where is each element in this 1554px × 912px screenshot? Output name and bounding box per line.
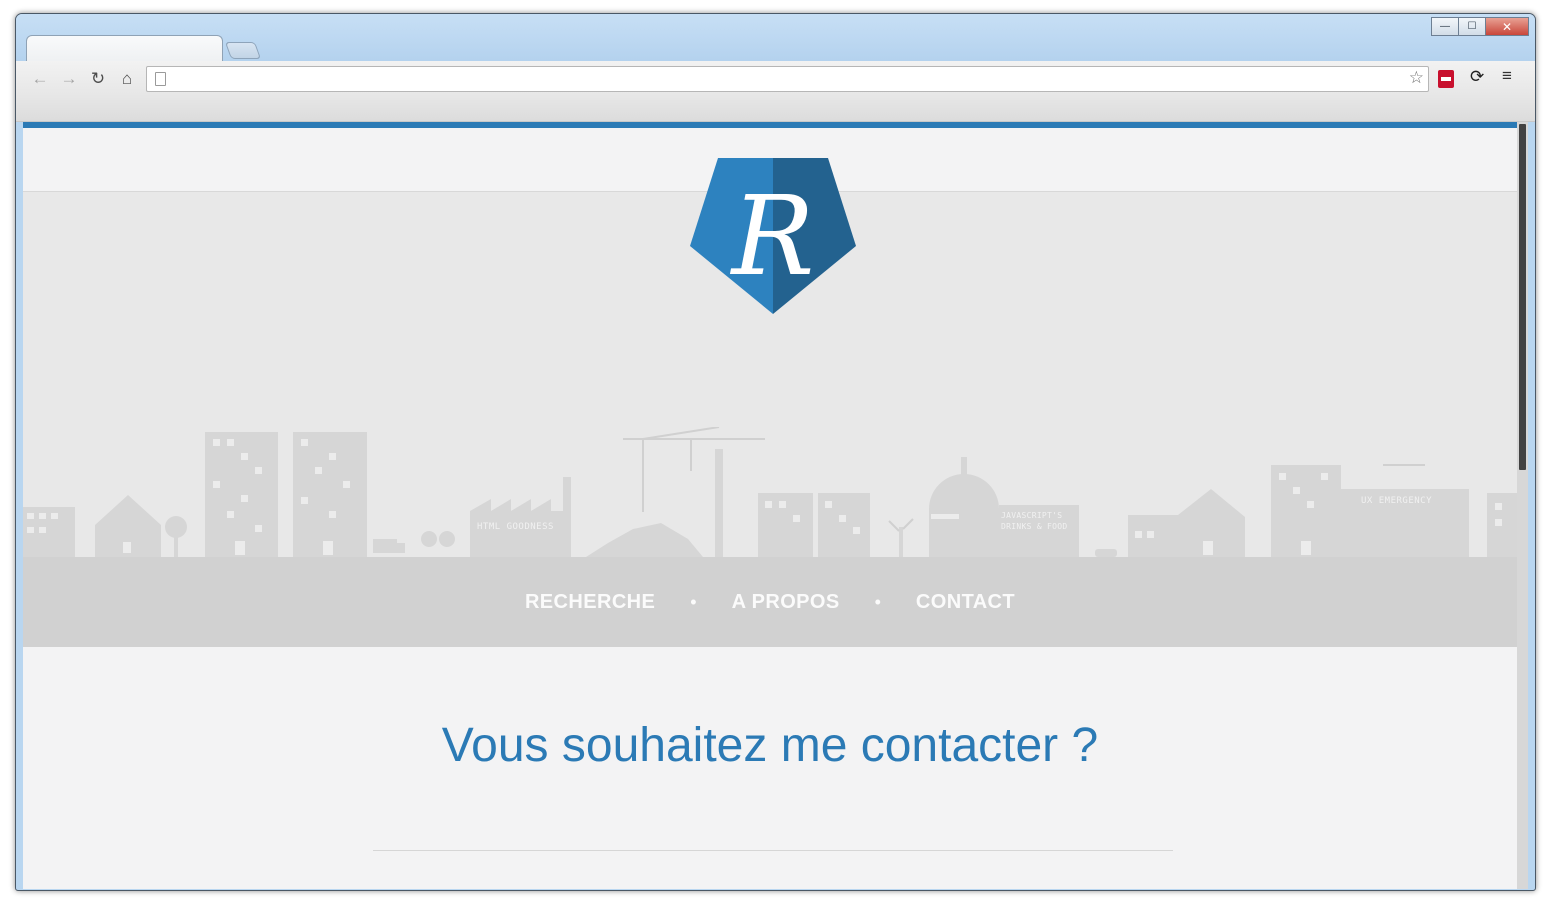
reload-icon[interactable]: ↻ (87, 68, 109, 90)
forward-icon[interactable]: → (58, 68, 80, 90)
nav-band: RECHERCHE • A PROPOS • CONTACT (23, 557, 1517, 647)
browser-toolbar: ← → ↻ ⌂ ☆ ⟳ ≡ (16, 61, 1535, 122)
maximize-button[interactable]: ☐ (1458, 17, 1486, 36)
address-bar[interactable]: ☆ (146, 66, 1429, 92)
main-nav: RECHERCHE • A PROPOS • CONTACT (23, 557, 1517, 647)
new-tab-button[interactable] (224, 42, 262, 59)
sync-extension-icon[interactable]: ⟳ (1470, 67, 1484, 87)
browser-window: — ☐ ✕ ← → ↻ ⌂ ☆ ⟳ ≡ HTML GOODNESS JAVASC… (15, 13, 1536, 891)
page-icon (155, 72, 166, 86)
nav-link-recherche[interactable]: RECHERCHE (525, 591, 655, 614)
sign-html-goodness: HTML GOODNESS (477, 522, 554, 532)
extension-icon[interactable] (1438, 70, 1454, 88)
star-icon[interactable]: ☆ (1409, 68, 1424, 88)
nav-link-a-propos[interactable]: A PROPOS (732, 591, 840, 614)
city-skyline: HTML GOODNESS JAVASCRIPT'S DRINKS & FOOD… (23, 427, 1517, 557)
page-viewport: HTML GOODNESS JAVASCRIPT'S DRINKS & FOOD… (23, 122, 1517, 889)
logo-letter: R (730, 172, 815, 300)
sign-ux-emergency: UX EMERGENCY (1361, 496, 1432, 506)
home-icon[interactable]: ⌂ (116, 68, 138, 90)
sign-javascript-line1: JAVASCRIPT'S (1001, 511, 1062, 520)
page-title: Vous souhaitez me contacter ? (441, 719, 1099, 772)
nav-separator: • (874, 591, 881, 612)
title-bar: — ☐ ✕ (16, 14, 1535, 63)
window-controls: — ☐ ✕ (1431, 17, 1529, 36)
vertical-scrollbar[interactable] (1517, 122, 1528, 889)
scrollbar-thumb[interactable] (1519, 124, 1526, 470)
minimize-button[interactable]: — (1431, 17, 1459, 36)
sign-javascript-line2: DRINKS & FOOD (1001, 522, 1068, 531)
nav-separator: • (690, 591, 697, 612)
menu-icon[interactable]: ≡ (1502, 66, 1512, 86)
close-button[interactable]: ✕ (1485, 17, 1529, 36)
content-divider (373, 850, 1173, 851)
site-logo[interactable]: R (688, 156, 858, 316)
back-icon[interactable]: ← (29, 68, 51, 90)
nav-link-contact[interactable]: CONTACT (916, 591, 1015, 614)
browser-tab-active[interactable] (26, 35, 223, 63)
